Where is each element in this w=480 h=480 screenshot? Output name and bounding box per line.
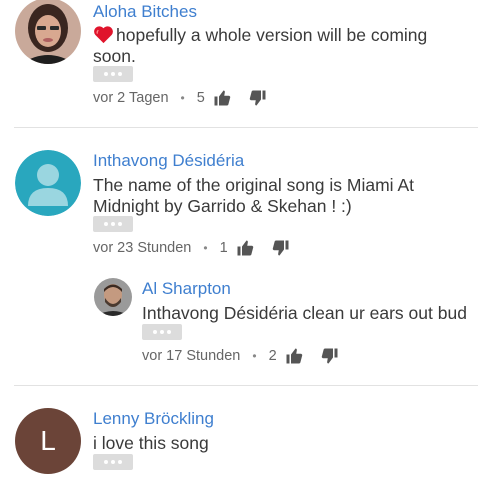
comment-item: Inthavong Désidéria The name of the orig… bbox=[0, 128, 480, 385]
comment-author[interactable]: Lenny Bröckling bbox=[93, 408, 214, 430]
comment-meta: vor 23 Stunden • 1 bbox=[93, 238, 290, 258]
more-button[interactable] bbox=[93, 216, 133, 232]
comment-text: hopefully a whole version will be coming… bbox=[93, 25, 463, 67]
avatar[interactable] bbox=[15, 150, 81, 216]
comment-text: The name of the original song is Miami A… bbox=[93, 175, 414, 216]
comment-author[interactable]: Aloha Bitches bbox=[93, 1, 197, 23]
comment-meta: vor 2 Tagen • 5 bbox=[93, 88, 267, 108]
user-photo-avatar bbox=[15, 0, 81, 64]
more-button[interactable] bbox=[142, 324, 182, 340]
avatar[interactable] bbox=[15, 0, 81, 64]
comment-time: vor 23 Stunden bbox=[93, 240, 192, 256]
comment-author[interactable]: Al Sharpton bbox=[142, 278, 231, 300]
thumbs-up-icon[interactable] bbox=[213, 89, 231, 107]
separator-dot: • bbox=[252, 349, 257, 363]
default-avatar-icon bbox=[15, 150, 81, 216]
comment-time: vor 2 Tagen bbox=[93, 90, 169, 106]
like-count: 2 bbox=[268, 348, 277, 364]
comment-author[interactable]: Inthavong Désidéria bbox=[93, 150, 244, 172]
comment-text: i love this song bbox=[93, 433, 209, 453]
thumbs-up-icon[interactable] bbox=[236, 239, 254, 257]
user-photo-avatar bbox=[94, 278, 132, 316]
separator-dot: • bbox=[203, 241, 208, 255]
like-count: 5 bbox=[196, 90, 205, 106]
heart-icon bbox=[93, 25, 114, 44]
avatar[interactable]: L bbox=[15, 408, 81, 474]
thumbs-down-icon[interactable] bbox=[249, 89, 267, 107]
comment-text: Inthavong Désidéria clean ur ears out bu… bbox=[142, 303, 467, 323]
like-count: 1 bbox=[219, 240, 228, 256]
comment-meta: vor 17 Stunden • 2 bbox=[142, 346, 339, 366]
comment-body: hopefully a whole version will be coming… bbox=[93, 25, 428, 66]
comment-item: L Lenny Bröckling i love this song bbox=[0, 386, 480, 480]
thumbs-down-icon[interactable] bbox=[321, 347, 339, 365]
comment-item: Aloha Bitches hopefully a whole version … bbox=[0, 0, 480, 128]
thumbs-up-icon[interactable] bbox=[285, 347, 303, 365]
separator-dot: • bbox=[180, 91, 185, 105]
thumbs-down-icon[interactable] bbox=[272, 239, 290, 257]
more-button[interactable] bbox=[93, 66, 133, 82]
avatar-letter: L bbox=[40, 425, 56, 456]
avatar[interactable] bbox=[94, 278, 132, 316]
comment-time: vor 17 Stunden bbox=[142, 348, 241, 364]
more-button[interactable] bbox=[93, 454, 133, 470]
